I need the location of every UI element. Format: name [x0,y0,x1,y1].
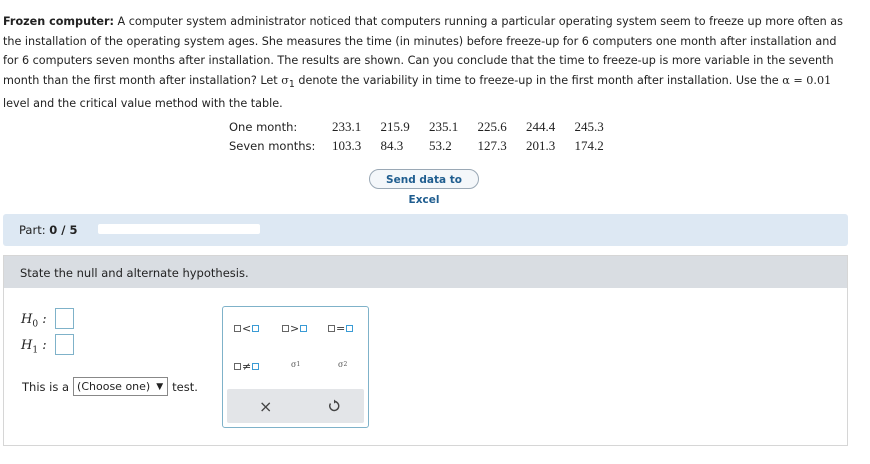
placeholder-box-icon [282,325,289,332]
h0-colon: : [42,312,47,327]
data-value: 215.9 [380,118,410,134]
question-panel: State the null and alternate hypothesis.… [3,255,848,446]
greater-than-button[interactable]: > [282,322,308,335]
data-value: 103.3 [332,137,362,153]
less-than-button[interactable]: < [234,322,260,335]
data-value: 127.3 [477,137,507,153]
not-equal-button[interactable]: ≠ [234,360,260,373]
placeholder-box-icon [252,325,260,332]
part-value: 0 / 5 [49,223,78,237]
data-value: 201.3 [526,137,556,153]
math-palette: < > = ≠ σ1 σ2 × [222,306,369,428]
sigma2-subscript: 2 [343,361,348,368]
null-hypothesis-label: H0 : [21,312,47,330]
section-header: State the null and alternate hypothesis. [4,256,847,288]
part-indicator: Part: 0 / 5 [19,223,77,237]
alpha-level: α = 0.01 [782,73,832,87]
greater-than-symbol: > [290,322,300,335]
send-to-excel-button[interactable]: Send data to Excel [369,169,479,206]
placeholder-box-icon [234,325,241,332]
sigma1-subscript: 1 [296,361,301,368]
h0-subscript: 0 [32,319,39,330]
problem-title: Frozen computer: [3,15,114,28]
data-value: 244.4 [526,118,556,134]
clear-icon[interactable]: × [259,397,272,416]
sample-size-2: 6 [21,54,30,67]
row-label: One month: [229,119,298,134]
row-label: Seven months: [229,138,316,153]
placeholder-box-icon [252,363,260,370]
placeholder-box-icon [234,363,241,370]
sigma1-button[interactable]: σ1 [291,360,300,369]
less-than-symbol: < [242,322,252,335]
data-value: 235.1 [429,118,459,134]
data-value: 53.2 [429,137,452,153]
part-label: Part: [19,223,46,237]
problem-text: level and the critical value method with… [3,97,283,111]
test-type-line: This is a (Choose one) ▼ test. [22,377,198,396]
sigma-symbol: σ [281,73,289,87]
data-row-seven-months: Seven months: 103.3 84.3 53.2 127.3 201.… [229,136,623,155]
equals-button[interactable]: = [328,322,354,335]
placeholder-box-icon [346,325,354,332]
undo-icon[interactable] [327,398,341,417]
data-value: 233.1 [332,118,362,134]
test-type-select[interactable]: (Choose one) ▼ [73,377,169,396]
placeholder-box-icon [300,325,308,332]
dropdown-arrow-icon: ▼ [156,381,164,392]
progress-track [98,224,260,234]
sigma2-button[interactable]: σ2 [338,360,347,369]
data-value: 84.3 [380,137,404,153]
not-equal-symbol: ≠ [242,360,252,373]
equals-symbol: = [336,322,346,335]
part-progress-bar: Part: 0 / 5 [3,214,848,246]
h1-letter: H [21,338,33,353]
placeholder-box-icon [328,325,335,332]
section-heading: State the null and alternate hypothesis. [20,266,249,280]
data-row-one-month: One month: 233.1 215.9 235.1 225.6 244.4… [229,117,623,136]
data-value: 174.2 [574,137,604,153]
select-value: (Choose one) [77,380,151,393]
h0-letter: H [21,312,33,327]
problem-statement: Frozen computer: A computer system admin… [3,12,853,114]
sample-size-1: 6 [581,34,589,48]
test-suffix: test. [172,379,198,394]
data-value: 245.3 [574,118,604,134]
alternate-hypothesis-input[interactable] [55,334,74,355]
h1-colon: : [42,338,47,353]
palette-footer: × [227,389,364,423]
data-value: 225.6 [477,118,507,134]
alternate-hypothesis-label: H1 : [21,338,47,356]
test-prefix: This is a [22,379,70,394]
problem-text: denote the variability in time to freeze… [294,73,783,87]
null-hypothesis-input[interactable] [55,308,74,329]
h1-subscript: 1 [32,345,39,356]
data-table: One month: 233.1 215.9 235.1 225.6 244.4… [229,117,623,155]
